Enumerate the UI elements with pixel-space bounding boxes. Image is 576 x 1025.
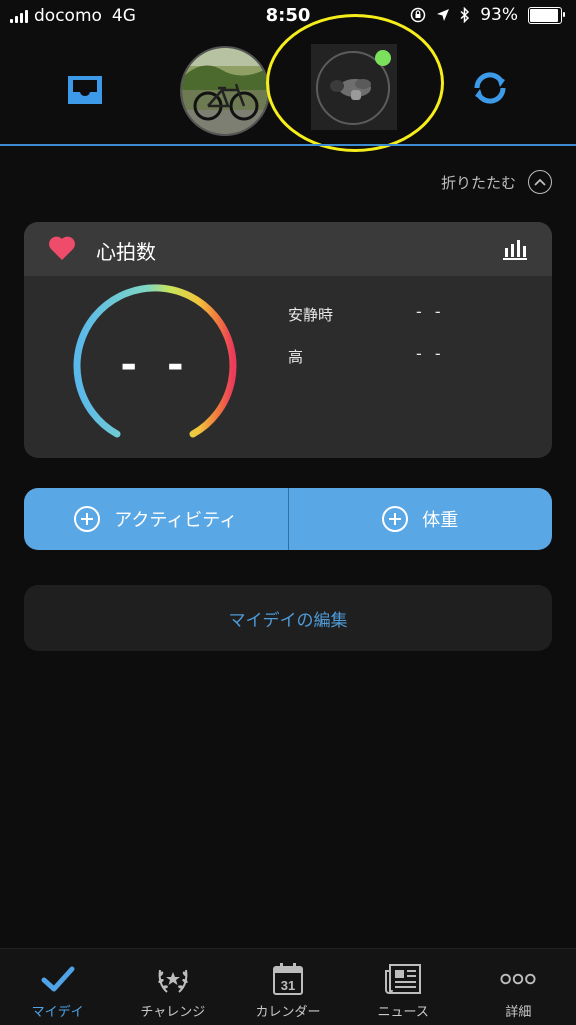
- quick-add-bar: アクティビティ 体重: [24, 488, 552, 550]
- add-weight-button[interactable]: 体重: [289, 488, 553, 550]
- calendar-icon: 31: [269, 961, 307, 997]
- add-activity-button[interactable]: アクティビティ: [24, 488, 288, 550]
- heart-rate-title: 心拍数: [96, 240, 156, 264]
- nav-divider: [0, 144, 576, 146]
- tab-challenges-label: チャレンジ: [140, 1005, 206, 1020]
- plus-circle-icon: [74, 506, 101, 532]
- battery-fill: [530, 8, 558, 22]
- resting-label: 安静時: [288, 306, 334, 324]
- bicycle-photo: [182, 48, 268, 134]
- bluetooth-icon: [460, 7, 470, 23]
- tab-bar: マイデイ チャレンジ 31 カレンダー ニュース 詳細: [0, 948, 576, 1025]
- laurel-icon: [154, 961, 192, 997]
- tab-my-day-label: マイデイ: [31, 1005, 84, 1020]
- location-icon: [437, 9, 450, 21]
- tab-more-label: 詳細: [505, 1005, 532, 1020]
- tab-news[interactable]: ニュース: [346, 949, 461, 1025]
- collapse-control[interactable]: 折りたたむ: [441, 170, 552, 194]
- edit-my-day-button[interactable]: マイデイの編集: [24, 585, 552, 651]
- battery-percent: 93%: [480, 5, 518, 25]
- tab-calendar-label: カレンダー: [255, 1005, 321, 1020]
- heart-rate-card[interactable]: 心拍数 - - 安静時 - - 高 - -: [24, 222, 552, 458]
- plus-circle-icon: [382, 506, 409, 532]
- highlight-annotation: [266, 14, 444, 152]
- checkmark-icon: [39, 961, 77, 997]
- collapse-label: 折りたたむ: [440, 173, 516, 192]
- tab-news-label: ニュース: [377, 1005, 429, 1020]
- calendar-day-number: 31: [281, 978, 295, 993]
- profile-avatar[interactable]: [180, 46, 270, 136]
- bar-chart-icon[interactable]: [502, 238, 528, 260]
- add-activity-label: アクティビティ: [114, 510, 238, 531]
- heart-rate-header: 心拍数: [24, 222, 552, 276]
- edit-my-day-label: マイデイの編集: [228, 610, 348, 631]
- tab-challenges[interactable]: チャレンジ: [115, 949, 230, 1025]
- heart-rate-value: - -: [120, 342, 192, 388]
- high-value: - -: [416, 344, 445, 363]
- status-bar: docomo 4G 8:50 93%: [0, 0, 576, 34]
- tab-more[interactable]: 詳細: [461, 949, 576, 1025]
- orientation-lock-icon: [410, 7, 426, 23]
- tab-calendar[interactable]: 31 カレンダー: [230, 949, 345, 1025]
- heart-icon: [49, 236, 75, 260]
- add-weight-label: 体重: [422, 510, 459, 531]
- resting-value: - -: [416, 302, 445, 321]
- inbox-icon[interactable]: [64, 68, 106, 110]
- more-icon: [499, 961, 537, 997]
- tab-my-day[interactable]: マイデイ: [0, 949, 115, 1025]
- battery-icon: [528, 6, 565, 24]
- status-right: 93%: [410, 5, 565, 25]
- sync-icon[interactable]: [468, 66, 512, 110]
- newspaper-icon: [384, 961, 422, 997]
- high-label: 高: [288, 348, 304, 366]
- chevron-up-icon[interactable]: [528, 170, 552, 194]
